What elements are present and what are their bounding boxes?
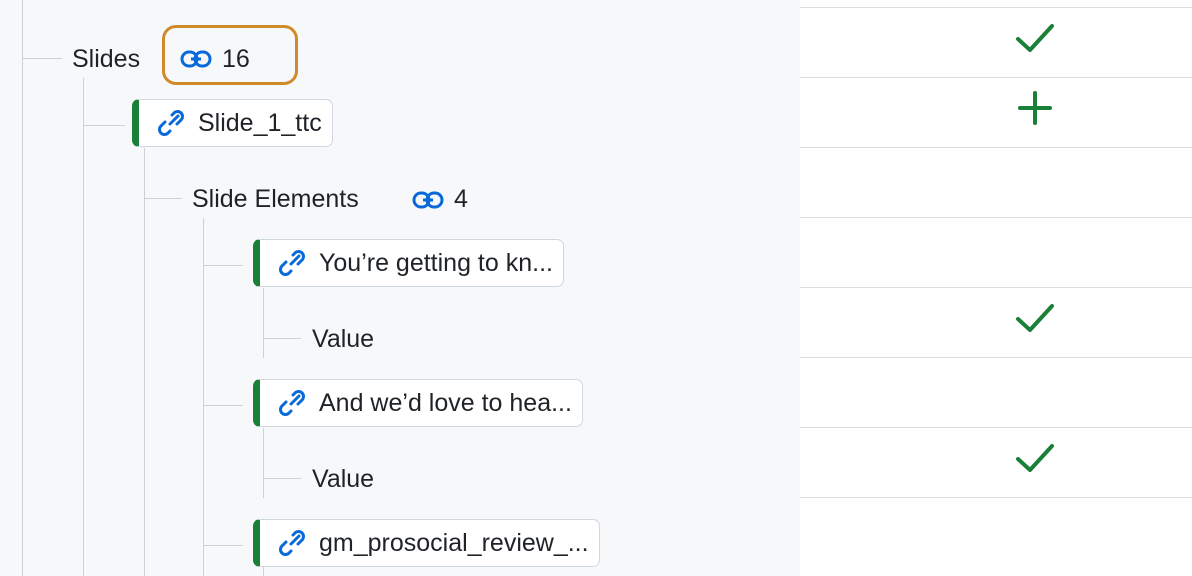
tree-connector-root	[22, 0, 23, 576]
value-label[interactable]: Value	[312, 324, 374, 354]
tree-connector-element-2	[263, 428, 264, 498]
slide-elements-link-count: 4	[454, 185, 468, 213]
tree-branch-value-1	[263, 338, 301, 339]
row-divider	[800, 217, 1192, 218]
tree-connector-element-1	[263, 288, 264, 358]
slide-element-node[interactable]: And we’d love to hea...	[253, 379, 583, 427]
tree-branch-element-1	[203, 265, 243, 266]
tree-branch-element-3	[203, 545, 243, 546]
tree-panel: Slides 16 Slide_1_ttc Slide Elements 4 Y…	[0, 0, 800, 576]
row-divider	[800, 147, 1192, 148]
slides-label[interactable]: Slides	[72, 44, 140, 74]
link-count-icon	[412, 191, 444, 209]
link-icon	[279, 390, 305, 416]
row-divider	[800, 7, 1192, 8]
slides-link-count: 16	[222, 45, 250, 73]
checkmark-icon	[1016, 304, 1054, 332]
checkmark-icon	[1016, 24, 1054, 52]
slide-element-node[interactable]: gm_prosocial_review_...	[253, 519, 600, 567]
tree-branch-element-2	[203, 405, 243, 406]
tree-branch-slide-elements	[144, 198, 182, 199]
row-divider	[800, 77, 1192, 78]
slide-1-node[interactable]: Slide_1_ttc	[132, 99, 333, 147]
row-divider	[800, 287, 1192, 288]
slide-element-node[interactable]: You’re getting to kn...	[253, 239, 564, 287]
tree-branch-value-2	[263, 478, 301, 479]
checkmark-icon	[1016, 444, 1054, 472]
status-column	[800, 0, 1192, 576]
plus-icon[interactable]	[1015, 88, 1055, 128]
link-count-icon	[180, 50, 212, 68]
tree-connector-slides	[83, 78, 84, 576]
link-icon	[158, 110, 184, 136]
tree-connector-element-3	[263, 566, 264, 576]
slide-elements-label[interactable]: Slide Elements	[192, 184, 359, 214]
row-divider	[800, 427, 1192, 428]
slide-element-label: gm_prosocial_review_...	[319, 529, 589, 557]
row-divider	[800, 357, 1192, 358]
tree-branch-slide-1	[83, 125, 125, 126]
link-icon	[279, 530, 305, 556]
value-label[interactable]: Value	[312, 464, 374, 494]
slide-element-label: And we’d love to hea...	[319, 389, 572, 417]
slide-element-label: You’re getting to kn...	[319, 249, 553, 277]
link-icon	[279, 250, 305, 276]
tree-branch-slides	[22, 58, 62, 59]
row-divider	[800, 497, 1192, 498]
tree-connector-slide-1	[144, 148, 145, 576]
slide-1-label: Slide_1_ttc	[198, 109, 322, 137]
tree-connector-slide-elements	[203, 218, 204, 576]
